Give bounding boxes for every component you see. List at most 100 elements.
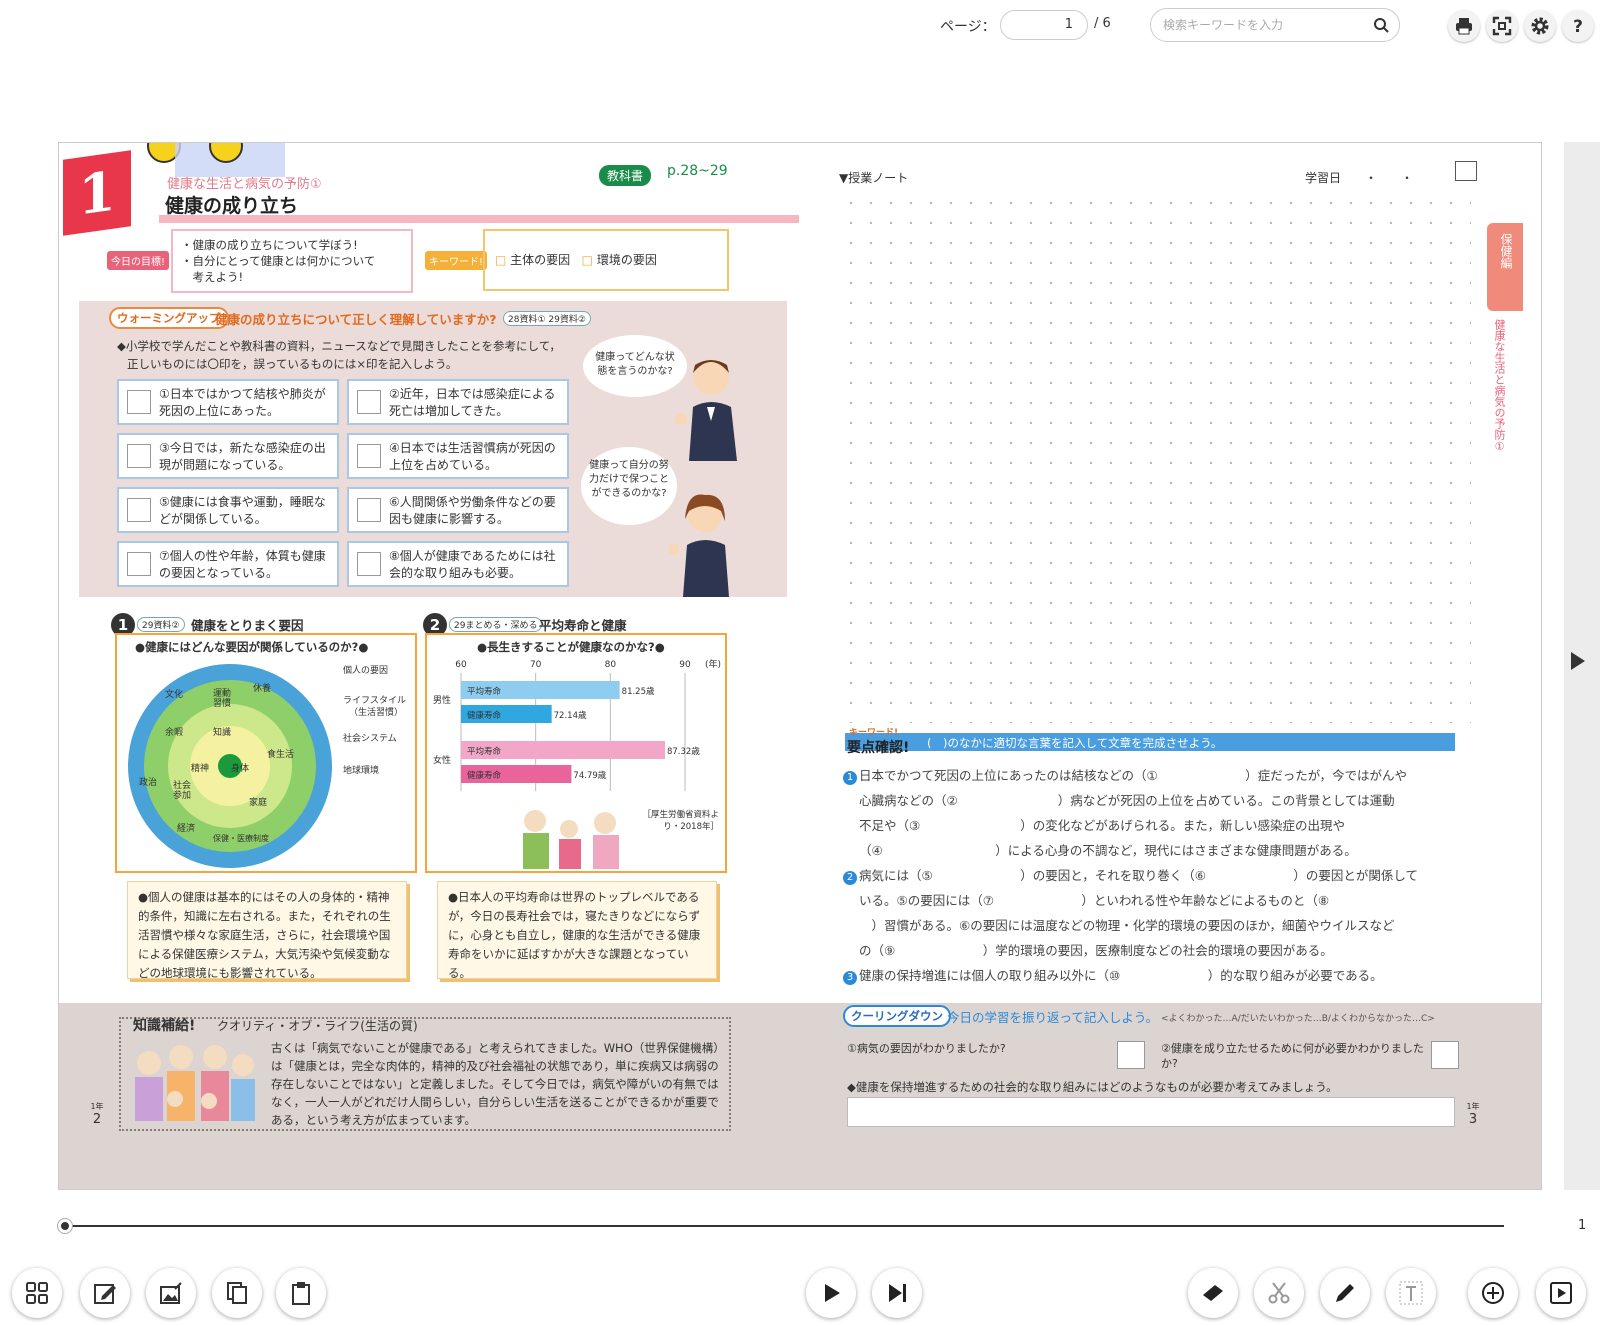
cooldown-q2: ②健康を成り立たせるために何が必要かわかりましたか? (1161, 1042, 1424, 1070)
goal-line-3: 考えよう! (181, 270, 244, 284)
answer-box[interactable] (127, 444, 151, 468)
answer-box[interactable] (357, 498, 381, 522)
page-number-input[interactable]: 1 (1000, 10, 1088, 40)
keyword-2: 環境の要因 (596, 253, 657, 267)
quiz-item-3[interactable]: ③今日では，新たな感染症の出現が問題になっている。 (117, 433, 339, 479)
next-page-arrow-icon[interactable] (1571, 652, 1585, 670)
inner-label-2: 食生活 (267, 750, 295, 760)
answer-box[interactable] (357, 552, 381, 576)
summary-line[interactable]: の（⑨ ）学的環境の要因，医療制度などの社会的環境の要因がある。 (843, 938, 1463, 963)
notes-checkbox[interactable] (1455, 161, 1477, 181)
print-icon (1456, 18, 1472, 35)
summary-line[interactable]: 不足や（③ ）の変化などがあげられる。また，新しい感染症の出現や (843, 813, 1463, 838)
answer-box[interactable] (357, 444, 381, 468)
knowledge-text: 古くは「病気でないことが健康である」と考えられてきました。WHO（世界保健機構）… (271, 1041, 720, 1127)
summary-line[interactable]: いる。⑤の要因には（⑦ ）といわれる性や年齢などによるものと（⑧ (843, 888, 1463, 913)
print-button[interactable] (1448, 10, 1480, 42)
summary-line[interactable]: 日本でかつて死因の上位にあったのは結核などの（① ）症だったが，今ではがんや (859, 768, 1407, 783)
text-button[interactable] (1386, 1268, 1436, 1318)
edit-note-button[interactable] (80, 1268, 130, 1318)
center-label-1: 知識 (213, 728, 232, 738)
quiz-item-6[interactable]: ⑥人間関係や労働条件などの要因も健康に影響する。 (347, 487, 569, 533)
cooldown-answer-3[interactable] (847, 1097, 1455, 1127)
right-page-grade: 1年 (1466, 1102, 1480, 1111)
pen-button[interactable] (1320, 1268, 1370, 1318)
summary-line[interactable]: 健康の保持増進には個人の取り組み以外に（⑩ ）的な取り組みが必要である。 (859, 968, 1383, 983)
cooldown-answer-2[interactable] (1431, 1041, 1459, 1069)
textbook-pages[interactable]: p.28~29 (667, 163, 728, 179)
quiz-item-5[interactable]: ⑤健康には食事や運動，睡眠などが関係している。 (117, 487, 339, 533)
summary-line[interactable]: 病気には（⑤ ）の要因と，それを取り巻く（⑥ ）の要因とが関係して (859, 868, 1418, 883)
boy-student-illustration (675, 359, 737, 461)
center-label-2: 精神 (191, 764, 210, 774)
play-button[interactable] (806, 1268, 856, 1318)
chart-group-label: 女性 (433, 754, 451, 766)
notes-dot-grid[interactable] (841, 193, 1471, 723)
quiz-item-7[interactable]: ⑦個人の性や年齢，体質も健康の要因となっている。 (117, 541, 339, 587)
svg-text:?: ? (1573, 17, 1583, 36)
quiz-item-1[interactable]: ①日本ではかつて結核や肺炎が死因の上位にあった。 (117, 379, 339, 425)
girl-student-illustration (669, 494, 729, 597)
section1-box: ●健康にはどんな要因が関係しているのか?● 知識 精神 身体 運動習慣 食生活 … (115, 633, 417, 873)
quiz-item-2[interactable]: ②近年，日本では感染症による死亡は増加してきた。 (347, 379, 569, 425)
fullscreen-button[interactable] (1486, 10, 1518, 42)
knowledge-title: 知識補給! (133, 1018, 196, 1034)
slideshow-icon (1550, 1282, 1572, 1304)
help-button[interactable]: ? (1562, 10, 1594, 42)
goal-box: ・健康の成り立ちについて学ぼう! ・自分にとって健康とは何かについて 考えよう! (171, 229, 413, 293)
quiz-item-4[interactable]: ④日本では生活習慣病が死因の上位を占めている。 (347, 433, 569, 479)
page-slider-handle[interactable] (58, 1219, 72, 1233)
clipboard-button[interactable] (276, 1268, 326, 1318)
clipboard-icon (292, 1282, 310, 1305)
center-label-3: 身体 (231, 764, 250, 774)
help-icon: ? (1573, 17, 1583, 36)
section2-question: ●長生きすることが健康なのかな?● (477, 640, 665, 654)
zoom-in-button[interactable] (1468, 1268, 1518, 1318)
quiz-item-text: ⑧個人が健康であるためには社会的な取り組みも必要。 (389, 549, 556, 580)
eraser-button[interactable] (1188, 1268, 1238, 1318)
chart-bar-label: 健康寿命 (467, 770, 502, 781)
search-icon[interactable] (1373, 17, 1389, 33)
section1-ref[interactable]: 29資料② (137, 617, 185, 632)
eraser-icon (1203, 1285, 1223, 1301)
cooldown-section: クーリングダウン 今日の学習を振り返って記入しよう。 <よくわかった…A/だいた… (843, 1005, 1469, 1135)
inner-label-3: 休養 (253, 684, 272, 694)
answer-box[interactable] (127, 552, 151, 576)
summary-item-1: 1 日本でかつて死因の上位にあったのは結核などの（① ）症だったが，今ではがんや … (843, 763, 1463, 863)
answer-box[interactable] (127, 390, 151, 414)
chart-tick-label: 60 (455, 660, 467, 670)
thumbnail-grid-button[interactable] (12, 1268, 62, 1318)
warmup-ref[interactable]: 28資料① 29資料② (503, 311, 591, 326)
image-edit-button[interactable] (146, 1268, 196, 1318)
answer-box[interactable] (357, 390, 381, 414)
copy-button[interactable] (212, 1268, 262, 1318)
lesson-subtitle: 健康な生活と病気の予防① (167, 177, 322, 192)
quiz-item-text: ⑦個人の性や年齢，体質も健康の要因となっている。 (159, 549, 326, 580)
title-underline (159, 215, 799, 223)
answer-box[interactable] (127, 498, 151, 522)
summary-line[interactable]: 心臓病などの（② ）病などが死因の上位を占めている。この背景としては運動 (843, 788, 1463, 813)
settings-button[interactable] (1524, 10, 1556, 42)
chart-value-label: 72.14歳 (554, 710, 587, 721)
side-tab: 保健編 (1487, 223, 1523, 311)
warmup-instruction-2: 正しいものには〇印を，誤っているものには×印を記入しよう。 (127, 357, 458, 371)
summary-line[interactable]: ）習慣がある。⑥の要因には温度などの物理・化学的環境の要因のほか，細菌やウイルス… (843, 913, 1463, 938)
summary-line[interactable]: （④ ）による心身の不調など，現代にはさまざまな健康問題がある。 (843, 838, 1463, 863)
chart-bar-label: 健康寿命 (467, 710, 502, 721)
cooldown-q1: ①病気の要因がわかりましたか? (847, 1042, 1006, 1055)
section1-explanation: ●個人の健康は基本的にはその人の身体的・精神的条件，知識に左右される。また，それ… (127, 881, 407, 980)
section2-ref[interactable]: 29まとめる・深める (449, 617, 543, 632)
slideshow-button[interactable] (1536, 1268, 1586, 1318)
search-input[interactable]: 検索キーワードを入力 (1150, 8, 1400, 42)
legend-item-3: （生活習慣） (349, 708, 404, 718)
copy-icon (227, 1282, 247, 1304)
page-total: / 6 (1094, 16, 1111, 31)
quiz-item-text: ①日本ではかつて結核や肺炎が死因の上位にあった。 (159, 387, 326, 418)
quiz-item-8[interactable]: ⑧個人が健康であるためには社会的な取り組みも必要。 (347, 541, 569, 587)
scissors-button[interactable] (1254, 1268, 1304, 1318)
skip-end-button[interactable] (872, 1268, 922, 1318)
cooldown-answer-1[interactable] (1117, 1041, 1145, 1069)
page-slider-track[interactable] (64, 1225, 1504, 1227)
cooldown-badge: クーリングダウン (843, 1005, 951, 1027)
keyword-1: 主体の要因 (510, 253, 571, 267)
